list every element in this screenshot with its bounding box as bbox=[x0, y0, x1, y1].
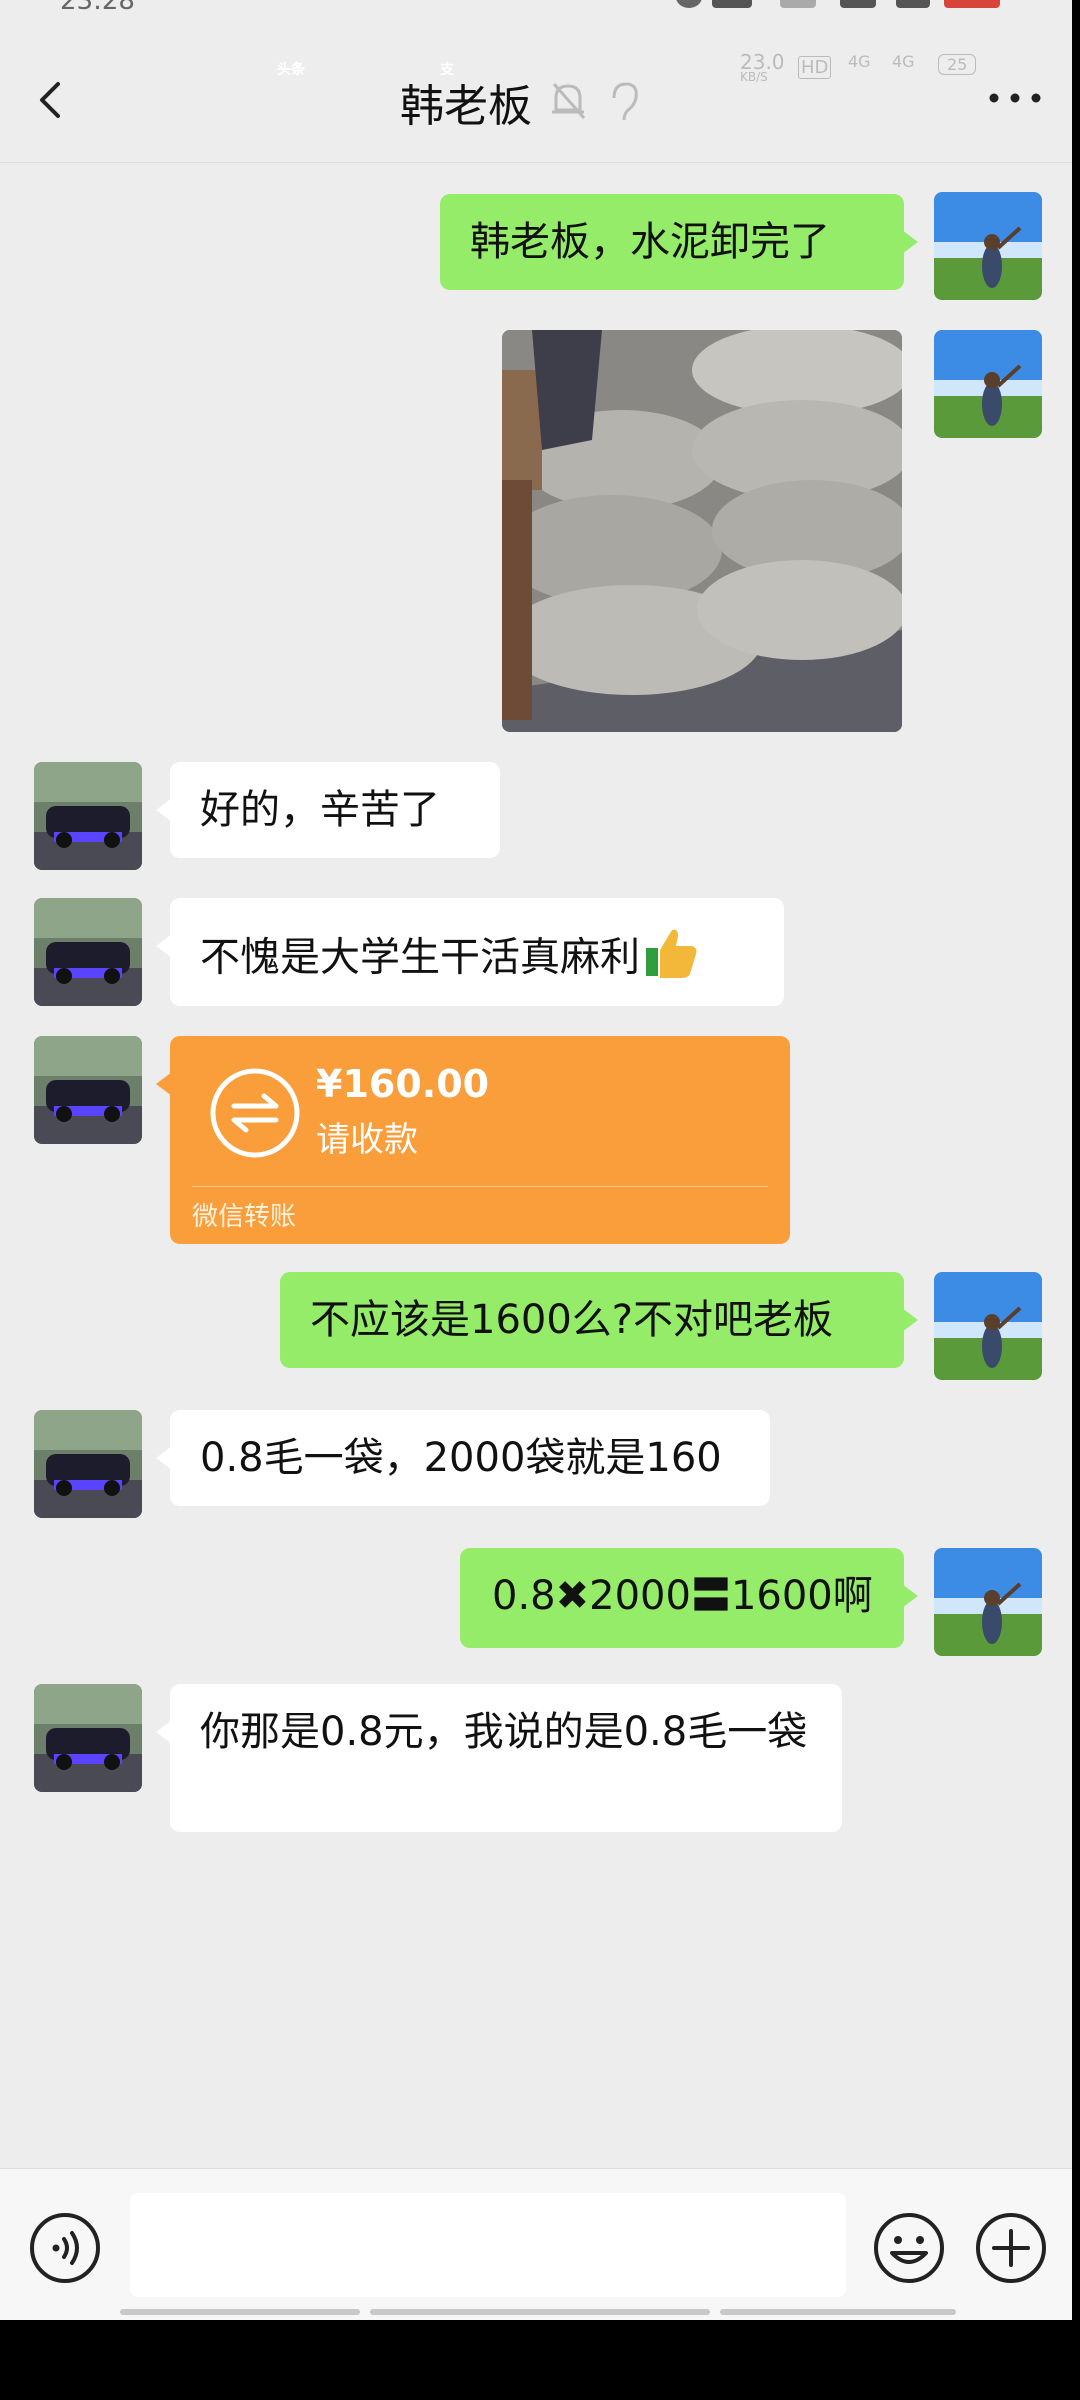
earpiece-mode-icon bbox=[612, 82, 638, 121]
wechat-transfer-card[interactable]: ¥160.00 请收款 微信转账 bbox=[156, 1036, 790, 1244]
more-options-icon[interactable] bbox=[986, 86, 1044, 110]
boss-avatar[interactable] bbox=[34, 1684, 142, 1792]
transfer-arrows-icon bbox=[210, 1068, 300, 1158]
my-avatar[interactable] bbox=[934, 192, 1042, 300]
message-text-3: 1600啊 bbox=[730, 1573, 873, 1619]
boss-avatar[interactable] bbox=[34, 762, 142, 870]
gesture-indicator bbox=[120, 2309, 956, 2315]
message-bubble-me[interactable]: 不应该是1600么?不对吧老板 bbox=[280, 1272, 918, 1368]
voice-input-icon[interactable] bbox=[28, 2211, 102, 2285]
back-arrow-icon[interactable] bbox=[30, 78, 74, 122]
wifi-icon bbox=[896, 0, 930, 8]
message-image-cement-bags[interactable] bbox=[502, 330, 902, 732]
boss-avatar[interactable] bbox=[34, 1410, 142, 1518]
transfer-footer-label: 微信转账 bbox=[192, 1202, 297, 1232]
message-bubble-boss[interactable]: 0.8毛一袋，2000袋就是160 bbox=[156, 1410, 770, 1506]
message-bubble-me[interactable]: 韩老板，水泥卸完了 bbox=[440, 194, 918, 290]
chat-screen: 23:28 头条 支 韩老板 23.0 KB/S HD 4G 4G 25 韩老板… bbox=[0, 0, 1072, 2320]
message-text: 0.8毛一袋，2000袋就是160 bbox=[200, 1435, 722, 1481]
multiply-emoji: ✖ bbox=[555, 1573, 590, 1619]
chat-input-bar bbox=[0, 2168, 1072, 2320]
chat-title: 韩老板 bbox=[400, 81, 532, 132]
message-text: 韩老板，水泥卸完了 bbox=[470, 219, 830, 265]
hd-icon bbox=[712, 0, 752, 8]
transfer-divider bbox=[192, 1186, 768, 1187]
message-text-2: 2000 bbox=[589, 1573, 691, 1619]
message-bubble-boss[interactable]: 你那是0.8元，我说的是0.8毛一袋 bbox=[156, 1684, 842, 1832]
message-bubble-boss[interactable]: 不愧是大学生干活真麻利 bbox=[156, 898, 784, 1006]
green-app-icon bbox=[324, 52, 362, 88]
transfer-note: 请收款 bbox=[316, 1120, 418, 1160]
transfer-amount: ¥160.00 bbox=[316, 1062, 490, 1106]
message-text: 不愧是大学生干活真麻利 bbox=[200, 934, 640, 981]
message-input[interactable] bbox=[130, 2193, 846, 2297]
battery-icon bbox=[944, 0, 1000, 8]
status-bar: 23:28 bbox=[0, 0, 1072, 30]
boss-avatar[interactable] bbox=[34, 898, 142, 1006]
emoji-icon[interactable] bbox=[872, 2211, 946, 2285]
message-text: 不应该是1600么?不对吧老板 bbox=[310, 1297, 834, 1343]
signal-icon bbox=[780, 0, 816, 8]
my-avatar[interactable] bbox=[934, 330, 1042, 438]
status-time: 23:28 bbox=[60, 0, 135, 16]
boss-avatar[interactable] bbox=[34, 1036, 142, 1144]
plus-more-icon[interactable] bbox=[974, 2211, 1048, 2285]
message-text: 好的，辛苦了 bbox=[200, 787, 440, 833]
message-bubble-boss[interactable]: 好的，辛苦了 bbox=[156, 762, 500, 858]
alarm-icon bbox=[676, 0, 702, 8]
message-bubble-me[interactable]: 0.8✖2000〓1600啊 bbox=[460, 1548, 918, 1648]
chat-header: 头条 支 韩老板 23.0 KB/S HD 4G 4G 25 bbox=[0, 30, 1072, 163]
thumbs-up-emoji-icon bbox=[644, 924, 700, 995]
message-text: 0.8 bbox=[492, 1573, 556, 1619]
message-text: 你那是0.8元，我说的是0.8毛一袋 bbox=[200, 1709, 808, 1755]
my-avatar[interactable] bbox=[934, 1548, 1042, 1656]
toutiao-app-icon: 头条 bbox=[277, 62, 305, 78]
mute-bell-icon bbox=[552, 83, 586, 119]
my-avatar[interactable] bbox=[934, 1272, 1042, 1380]
equals-emoji: 〓 bbox=[690, 1573, 731, 1619]
signal-icon-2 bbox=[840, 0, 876, 8]
